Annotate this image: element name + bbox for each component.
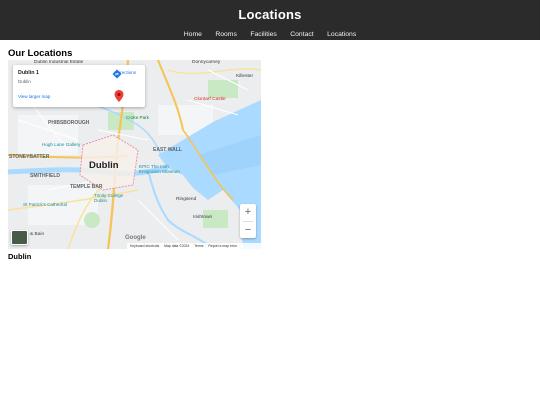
label-hugh-lane-gallery: Hugh Lane Gallery: [42, 142, 81, 147]
directions-icon: [112, 69, 122, 79]
directions-button[interactable]: Directions: [112, 69, 140, 79]
label-phibsborough: PHIBSBOROUGH: [48, 120, 90, 126]
embedded-map[interactable]: Dublin 1 Dublin View larger map Directio…: [8, 60, 261, 249]
nav-home[interactable]: Home: [184, 31, 202, 38]
label-dublin: Dublin: [89, 160, 119, 171]
nav-rooms[interactable]: Rooms: [215, 31, 237, 38]
map-data-text: Map data ©2024: [164, 244, 190, 248]
label-st-patricks-cathedral: St Patrick's Cathedral: [23, 202, 68, 207]
label-dublin-industrial-estate: Dublin Industrial Estate: [34, 60, 84, 65]
place-name: Dublin 1: [18, 70, 39, 76]
zoom-control: + −: [240, 204, 256, 238]
location-pin-icon: [114, 90, 124, 102]
nav-facilities[interactable]: Facilities: [250, 31, 276, 38]
map-info-card: Dublin 1 Dublin View larger map Directio…: [13, 65, 145, 107]
map-attribution: Keyboard shortcuts Map data ©2024 Terms …: [127, 243, 261, 249]
zoom-out-button[interactable]: −: [240, 222, 256, 238]
label-smithfield: SMITHFIELD: [30, 173, 60, 179]
label-trinity-college: Trinity College Dublin: [94, 193, 124, 203]
label-irishtown: Irishtown: [193, 215, 213, 220]
section-title: Our Locations: [8, 48, 73, 59]
nav-contact[interactable]: Contact: [290, 31, 313, 38]
place-address: Dublin: [18, 79, 31, 84]
label-temple-bar: TEMPLE BAR: [70, 184, 103, 190]
label-bain: & Bain: [30, 232, 45, 237]
label-killester: Killester: [236, 74, 254, 79]
terms-link[interactable]: Terms: [194, 244, 203, 248]
label-epic-museum: EPIC The Irish Emigration Museum: [139, 164, 180, 174]
page-title: Locations: [238, 7, 302, 22]
report-error-link[interactable]: Report a map error: [208, 244, 237, 248]
label-ringsend: Ringsend: [176, 197, 197, 202]
label-clontarf-castle: Clontarf Castle: [194, 97, 226, 102]
view-larger-map-link[interactable]: View larger map: [18, 94, 50, 99]
site-header: Locations Home Rooms Facilities Contact …: [0, 0, 540, 40]
keyboard-shortcuts-link[interactable]: Keyboard shortcuts: [130, 244, 159, 248]
label-east-wall: EAST WALL: [153, 147, 182, 153]
nav-locations[interactable]: Locations: [327, 31, 356, 38]
map-caption: Dublin: [8, 252, 32, 261]
thumbnail-satellite-icon[interactable]: [11, 230, 28, 245]
label-donnycarney: Donnycarney: [192, 60, 221, 65]
zoom-in-button[interactable]: +: [240, 204, 256, 220]
google-logo: Google: [125, 235, 146, 241]
main-nav: Home Rooms Facilities Contact Locations: [0, 23, 540, 41]
label-croke-park: Croke Park: [126, 115, 149, 120]
label-stoneybatter: STONEYBATTER: [9, 154, 50, 160]
